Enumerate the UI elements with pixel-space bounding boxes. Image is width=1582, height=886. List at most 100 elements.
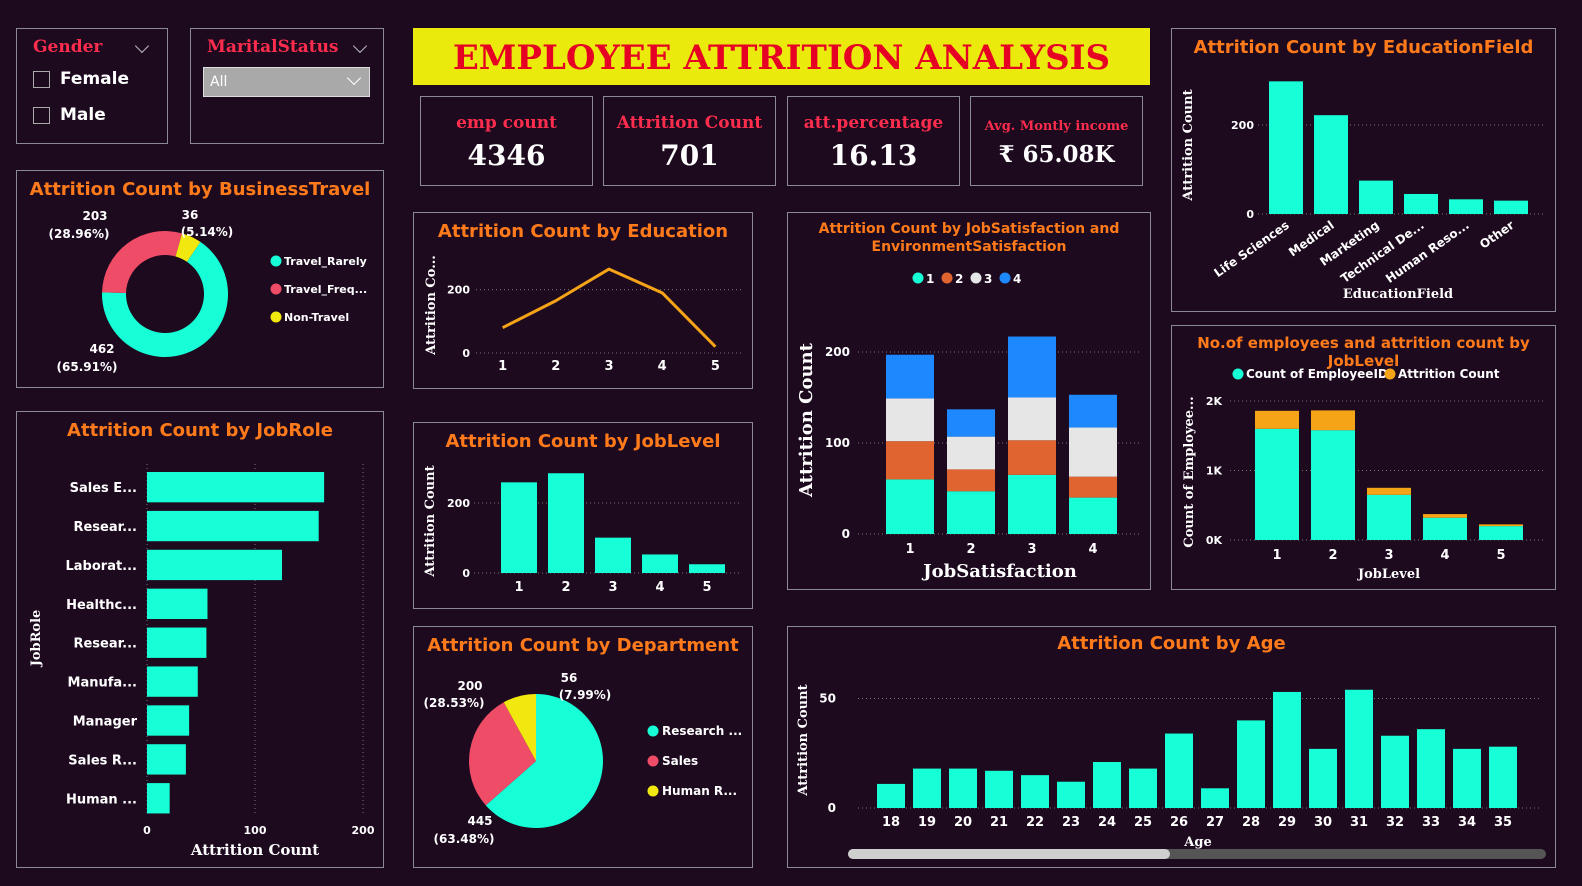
y-tick-label: 0 xyxy=(842,527,850,541)
kpi-value: 16.13 xyxy=(829,139,918,172)
x-tick-label: Life Sciences xyxy=(1211,218,1291,280)
bar xyxy=(147,510,319,542)
department-chart: 445 (63.48%) 200 (28.53%) 56 (7.99%) Research … xyxy=(424,671,743,846)
gender-option-female[interactable]: Female xyxy=(33,69,129,89)
y-tick-label: Resear... xyxy=(73,637,137,652)
bar xyxy=(1269,81,1303,214)
kpi-avg-income: Avg. Montly income ₹ 65.08K xyxy=(970,96,1143,186)
y-tick-label: 0 xyxy=(462,347,470,360)
bar xyxy=(1404,193,1438,214)
bar xyxy=(147,705,190,736)
bar xyxy=(1359,180,1393,214)
education-panel: Attrition Count by Education 0 200 1 2 3 4 5 At… xyxy=(413,212,753,389)
age-panel: Attrition Count by Age 0 50 18 19 20 21 22 23 24… xyxy=(787,626,1556,868)
y-tick-label: 0 xyxy=(1246,208,1254,221)
bar-segment xyxy=(1423,514,1467,518)
bar xyxy=(1201,788,1229,808)
bar-segment xyxy=(886,479,934,534)
y-tick-label: Laborat... xyxy=(65,559,137,574)
bar-segment xyxy=(1311,430,1355,540)
bar xyxy=(147,744,186,775)
job-role-chart: 0 100 200 Sales E... Resear... Laborat... Heal… xyxy=(29,464,375,859)
x-tick-label: 27 xyxy=(1206,815,1224,830)
kpi-label: emp count xyxy=(456,113,557,133)
bar-segment xyxy=(1069,476,1117,498)
y-tick-label: 2K xyxy=(1206,395,1223,408)
bar-segment xyxy=(1479,524,1523,527)
x-tick-label: 2 xyxy=(551,359,560,374)
marital-dropdown[interactable]: All xyxy=(203,67,370,97)
bar-segment xyxy=(1008,336,1056,398)
x-tick-label: Other xyxy=(1477,218,1517,252)
bar xyxy=(689,564,725,573)
bar xyxy=(548,473,584,573)
x-tick-label: 24 xyxy=(1098,815,1116,830)
bar xyxy=(642,554,678,573)
x-tick-label: 4 xyxy=(658,359,667,374)
chevron-down-icon[interactable] xyxy=(352,38,368,54)
x-tick-label: 28 xyxy=(1242,815,1260,830)
y-axis-title: Attrition Count xyxy=(796,342,817,498)
bar-segment xyxy=(1367,487,1411,495)
x-tick-label: 35 xyxy=(1494,815,1512,830)
data-label: (28.53%) xyxy=(424,696,485,710)
bar xyxy=(147,472,325,503)
legend-marker xyxy=(647,725,659,737)
y-tick-label: 50 xyxy=(819,692,836,706)
checkbox-male[interactable] xyxy=(33,106,50,124)
legend-label: 1 xyxy=(926,272,934,286)
gender-slicer: Gender Female Male xyxy=(16,28,168,144)
bar xyxy=(1453,748,1481,808)
kpi-value: 4346 xyxy=(467,139,546,172)
y-tick-label: 1K xyxy=(1206,465,1223,478)
bar-segment xyxy=(947,491,995,534)
y-axis-title: Attrition Count xyxy=(1181,89,1196,201)
y-axis-title: Attrition Count xyxy=(423,465,438,577)
bar xyxy=(1237,720,1265,808)
bar-segment xyxy=(886,398,934,442)
y-tick-label: 0 xyxy=(462,567,470,580)
bar-segment xyxy=(886,354,934,399)
x-tick-label: Human Reso... xyxy=(1383,218,1472,286)
bar xyxy=(1381,735,1409,808)
bar xyxy=(1309,748,1337,808)
gender-option-male[interactable]: Male xyxy=(33,105,106,125)
chevron-down-icon xyxy=(346,70,362,86)
legend-label: Human R... xyxy=(662,784,737,798)
bar xyxy=(147,588,208,619)
chevron-down-icon[interactable] xyxy=(134,38,150,54)
data-label: 36 xyxy=(182,208,199,222)
legend-marker xyxy=(270,311,282,323)
kpi-label: Attrition Count xyxy=(616,113,763,133)
bar-segment xyxy=(947,409,995,437)
y-axis-title: Count of Employee... xyxy=(1182,396,1197,547)
y-tick-label: Manufa... xyxy=(68,676,137,691)
bar-segment xyxy=(1008,474,1056,534)
y-axis-title: Attrition Count xyxy=(796,684,811,796)
x-tick-label: 30 xyxy=(1314,815,1332,830)
x-tick-label: 21 xyxy=(990,815,1008,830)
x-tick-label: 31 xyxy=(1350,815,1368,830)
data-label: (65.91%) xyxy=(57,360,118,374)
y-tick-label: Human ... xyxy=(66,792,137,807)
legend-label: 2 xyxy=(955,272,963,286)
legend-marker xyxy=(912,272,924,284)
job-level-panel: Attrition Count by JobLevel 0 200 1 2 3 4 5 Att… xyxy=(413,422,753,609)
option-label: Male xyxy=(60,105,106,125)
checkbox-female[interactable] xyxy=(33,70,50,88)
x-tick-label: 2 xyxy=(966,542,975,557)
x-tick-label: 1 xyxy=(905,542,914,557)
data-label: (5.14%) xyxy=(181,225,234,239)
bar-segment xyxy=(1367,494,1411,540)
marital-slicer: MaritalStatus All xyxy=(190,28,384,144)
data-label: 200 xyxy=(457,679,482,693)
x-axis-title: EducationField xyxy=(1343,287,1453,302)
bar xyxy=(147,627,207,658)
x-tick-label: 3 xyxy=(1384,548,1393,563)
education-field-panel: Attrition Count by EducationField 0 200 Li… xyxy=(1171,28,1556,312)
y-tick-label: 200 xyxy=(447,497,470,510)
scrollbar-thumb[interactable] xyxy=(848,849,1170,859)
y-tick-label: 200 xyxy=(447,284,470,297)
bar-segment xyxy=(947,469,995,492)
legend-marker xyxy=(999,272,1011,284)
